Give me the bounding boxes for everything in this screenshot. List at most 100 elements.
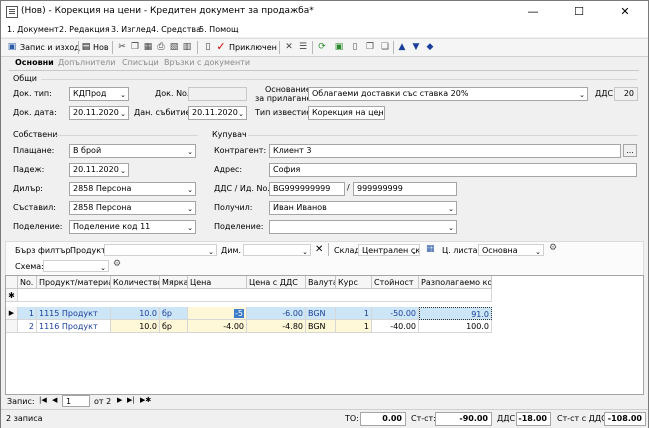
buyer-division-select[interactable]: ⌄ (269, 220, 457, 234)
column-header[interactable]: Количество (111, 276, 160, 289)
address-field[interactable]: София (269, 163, 637, 177)
contragent-lookup-button[interactable]: ... (623, 144, 637, 157)
receiver-select[interactable]: Иван Иванов ⌄ (269, 201, 457, 215)
row-rate[interactable]: 1 (336, 320, 372, 333)
row-price-vat[interactable]: -6.00 (247, 307, 306, 320)
row-price[interactable]: -4.00 (188, 320, 247, 333)
scheme-label: Схема: (15, 262, 44, 271)
record-number-input[interactable]: 1 (62, 395, 90, 407)
tab-links[interactable]: Връзки с документи (164, 58, 250, 67)
close-button[interactable]: ✕ (602, 1, 648, 23)
id-number-field[interactable]: 999999999 (353, 182, 457, 196)
post-button[interactable]: Приключен (229, 41, 277, 54)
notice-type-select[interactable]: Корекция на цени ⌄ (308, 106, 385, 120)
move-down-icon[interactable]: ▼ (411, 42, 421, 52)
next-record-button[interactable]: ▶ (117, 396, 122, 404)
vat-number-field[interactable]: BG999999999 (269, 182, 345, 196)
vat-rate-field[interactable]: 20 (614, 87, 638, 101)
new-record-button[interactable]: ▶✱ (140, 396, 151, 404)
row-quantity[interactable]: 10.0 (111, 307, 160, 320)
contragent-field[interactable]: Клиент 3 (269, 144, 621, 158)
row-no: 2 (18, 320, 37, 333)
column-header[interactable]: Цена (188, 276, 247, 289)
print-icon[interactable]: ⎙ (156, 42, 166, 52)
insert-row-icon[interactable]: ▣ (334, 42, 344, 52)
menu-edit[interactable]: 2. Редакция (59, 25, 110, 34)
warehouse-picker-icon[interactable]: ▦ (426, 244, 435, 254)
row-unit[interactable]: бр (160, 320, 188, 333)
doc-type-select[interactable]: КДПрод ⌄ (69, 87, 129, 101)
duplicate-icon[interactable]: ❐ (365, 42, 375, 52)
blank-doc-icon[interactable]: ▯ (350, 42, 360, 52)
prev-record-button[interactable]: ◀ (52, 396, 57, 404)
clear-filter-icon[interactable]: ✕ (315, 244, 323, 255)
refresh-icon[interactable]: ⟳ (317, 42, 327, 52)
tab-main[interactable]: Основни (15, 58, 54, 67)
last-record-button[interactable]: ▶| (127, 396, 135, 404)
due-date-field[interactable]: 20.11.2020 ⌄ (69, 163, 129, 177)
cut-icon[interactable]: ✂ (117, 42, 127, 52)
scheme-select[interactable]: ⌄ (43, 260, 109, 272)
column-header[interactable]: No. (18, 276, 37, 289)
new-row[interactable] (18, 289, 492, 302)
column-header[interactable]: Мярка (160, 276, 188, 289)
list-icon[interactable]: ☰ (298, 42, 308, 52)
doc-date-field[interactable]: 20.11.2020 ⌄ (69, 106, 129, 120)
product-filter-input[interactable]: ⌄ (104, 244, 217, 256)
scheme-settings-icon[interactable]: ⚙ (113, 259, 121, 269)
row-product[interactable]: 1116 Продукт (37, 320, 111, 333)
column-header[interactable]: Стойност (372, 276, 419, 289)
menu-document[interactable]: 1. Документ (7, 25, 59, 34)
vat-label: ДДС: (595, 89, 616, 98)
author-select[interactable]: 2858 Персона ⌄ (69, 201, 196, 215)
tab-additional[interactable]: Допълнители (58, 58, 115, 67)
first-record-button[interactable]: |◀ (39, 396, 47, 404)
tab-lists[interactable]: Списъци (122, 58, 159, 67)
dealer-select[interactable]: 2858 Персона ⌄ (69, 182, 196, 196)
warehouse-select[interactable]: Централен скл ⌄ (358, 244, 420, 256)
row-unit[interactable]: бр (160, 307, 188, 320)
document-icon[interactable]: ▯ (203, 42, 213, 52)
basis-select[interactable]: Облагаеми доставки със ставка 20% ⌄ (308, 87, 588, 101)
payment-select[interactable]: В брой ⌄ (69, 144, 196, 158)
menu-help[interactable]: 5. Помощ (199, 25, 239, 34)
column-header[interactable]: Разполагаемо кол. (419, 276, 492, 289)
row-product[interactable]: 1115 Продукт (37, 307, 111, 320)
dim-filter-input[interactable]: ⌄ (243, 244, 311, 256)
stack-icon[interactable]: ❏ (380, 42, 390, 52)
menu-view[interactable]: 3. Изглед (111, 25, 151, 34)
row-no: 1 (18, 307, 37, 320)
column-header[interactable]: Курс (336, 276, 372, 289)
tax-event-date-field[interactable]: 20.11.2020 ⌄ (188, 106, 247, 120)
vat-total-label: ДДС: (497, 414, 518, 423)
minimize-button[interactable]: — (510, 1, 556, 23)
pricelist-select[interactable]: Основна ⌄ (478, 244, 544, 256)
preview-icon[interactable]: ▧ (169, 42, 179, 52)
move-up-icon[interactable]: ▲ (397, 42, 407, 52)
column-header[interactable]: Продукт/материал (37, 276, 111, 289)
row-price-edit-cell[interactable]: -5 (188, 307, 247, 320)
save-exit-button[interactable]: Запис и изход (20, 41, 80, 54)
column-header[interactable]: Валута (306, 276, 336, 289)
row-currency[interactable]: BGN (306, 307, 336, 320)
column-header[interactable]: Цена с ДДС (247, 276, 306, 289)
doc-no-field[interactable] (188, 87, 247, 101)
paste-icon[interactable]: ▦ (143, 42, 153, 52)
export-icon[interactable]: ▥ (182, 42, 192, 52)
doc-type-label: Док. тип: (13, 89, 52, 98)
row-price-editor[interactable]: -5 (234, 309, 244, 318)
slash-separator: / (347, 183, 350, 192)
copy-icon[interactable]: ❐ (130, 42, 140, 52)
settings-icon[interactable]: ◆ (425, 42, 435, 52)
delete-icon[interactable]: ✕ (284, 42, 294, 52)
new-button[interactable]: Нов (93, 41, 109, 54)
row-price-vat[interactable]: -4.80 (247, 320, 306, 333)
row-rate[interactable]: 1 (336, 307, 372, 320)
own-division-select[interactable]: Поделение код 11 ⌄ (69, 220, 196, 234)
maximize-button[interactable]: ☐ (556, 1, 602, 23)
row-quantity[interactable]: 10.0 (111, 320, 160, 333)
row-currency[interactable]: BGN (306, 320, 336, 333)
filter-settings-icon[interactable]: ⚙ (549, 243, 557, 253)
menu-tools[interactable]: 4. Средства (151, 25, 201, 34)
row-indicator (6, 320, 18, 333)
